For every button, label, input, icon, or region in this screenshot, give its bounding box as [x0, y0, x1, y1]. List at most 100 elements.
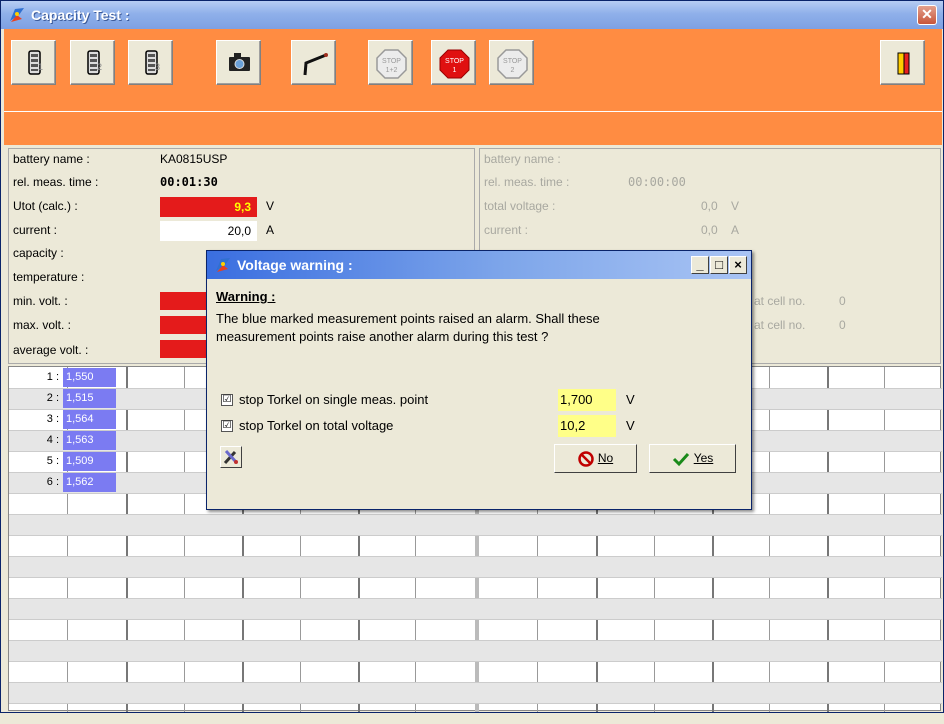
total-voltage-threshold-input[interactable]: 10,2 [558, 415, 616, 437]
current-value-2: 0,0 [701, 223, 718, 237]
total-voltage-unit: V [731, 199, 740, 213]
settings-button[interactable] [220, 446, 242, 468]
utot-unit: V [266, 199, 275, 213]
battery-icon [145, 50, 158, 75]
stop-1-text: STOP [445, 58, 464, 65]
stop-total-voltage-checkbox[interactable]: ☑ [221, 420, 233, 432]
app-icon [216, 258, 230, 272]
cell-voltage[interactable]: 1,509 [63, 452, 116, 471]
stop-1-2-button[interactable]: STOP 1+2 [368, 40, 413, 85]
stop-2-icon: STOP 2 [497, 49, 528, 79]
yes-button[interactable]: Yes [649, 444, 736, 473]
cell-number: 4 : [46, 434, 59, 446]
no-button[interactable]: No [554, 444, 637, 473]
dialog-close-button[interactable]: × [729, 256, 747, 274]
total-voltage-label: total voltage : [484, 199, 556, 213]
battery-name-value: KA0815USP [160, 152, 228, 166]
capacity-label: capacity : [13, 246, 64, 260]
grid-row [9, 640, 942, 661]
grid-row [9, 556, 942, 577]
battery-2-button[interactable]: 2 [70, 40, 115, 85]
dialog-title: Voltage warning : [237, 257, 353, 273]
app-icon [10, 8, 24, 22]
utot-label: Utot (calc.) : [13, 199, 78, 213]
rel-time-label-2: rel. meas. time : [484, 175, 570, 189]
max-volt-label: max. volt. : [13, 318, 72, 332]
stop-1-2-icon: STOP 1+2 [376, 49, 407, 79]
toolbar: 1 2 3 STOP 1+2 STOP 1 STOP 2 [4, 29, 942, 111]
cell-number: 5 : [46, 455, 59, 467]
stop-1-button[interactable]: STOP 1 [431, 40, 476, 85]
battery-name-label: battery name : [13, 152, 90, 166]
tools-icon [223, 449, 238, 465]
exit-button[interactable] [880, 40, 925, 85]
cell-voltage[interactable]: 1,564 [63, 410, 116, 429]
warning-heading: Warning : [216, 289, 276, 304]
battery-1-button[interactable]: 1 [11, 40, 56, 85]
rel-time-label: rel. meas. time : [13, 175, 99, 189]
utot-value: 9,3 [160, 197, 257, 217]
clamp-button[interactable] [291, 40, 336, 85]
stop-2-text: STOP [503, 58, 522, 65]
battery-name-label-2: battery name : [484, 152, 561, 166]
dialog-titlebar[interactable]: Voltage warning : _ □ × [207, 251, 751, 279]
avg-volt-bar [160, 340, 210, 358]
min-volt-label: min. volt. : [13, 294, 68, 308]
yes-button-label: Yes [693, 451, 714, 465]
battery-icon [87, 50, 100, 75]
status-strip [4, 111, 942, 145]
stop-single-point-label: stop Torkel on single meas. point [239, 392, 429, 407]
stop-2-sub: 2 [511, 67, 515, 74]
battery-2-sub: 2 [97, 62, 103, 72]
exit-door-icon [897, 52, 910, 75]
window-titlebar[interactable]: Capacity Test : ✕ [1, 1, 943, 29]
window-close-button[interactable]: ✕ [917, 5, 937, 25]
battery-3-sub: 3 [155, 62, 161, 72]
avg-volt-label: average volt. : [13, 343, 89, 357]
battery-3-button[interactable]: 3 [128, 40, 173, 85]
stop-1-icon: STOP 1 [439, 49, 470, 79]
no-button-label: No [597, 451, 614, 465]
current-label: current : [13, 223, 58, 237]
current-unit-2: A [731, 223, 740, 237]
voltage-warning-dialog: Voltage warning : _ □ × Warning : The bl… [206, 250, 752, 510]
grid-row [9, 577, 942, 598]
min-volt-bar [160, 292, 210, 310]
current-value: 20,0 [160, 221, 257, 241]
temperature-label: temperature : [13, 270, 85, 284]
grid-row [9, 598, 942, 619]
stop-2-button[interactable]: STOP 2 [489, 40, 534, 85]
maximize-button[interactable]: □ [710, 256, 728, 274]
cell-number: 1 : [46, 371, 59, 383]
warning-message-line-2: measurement points raise another alarm d… [216, 329, 549, 344]
cell-number: 3 : [46, 413, 59, 425]
min-at-cell-value: 0 [839, 294, 846, 308]
total-voltage-value: 0,0 [701, 199, 718, 213]
warning-message-line-1: The blue marked measurement points raise… [216, 311, 600, 326]
cell-voltage[interactable]: 1,550 [63, 368, 116, 387]
cell-voltage[interactable]: 1,515 [63, 389, 116, 408]
stop-1-sub: 1 [453, 67, 457, 74]
grid-row [9, 514, 942, 535]
grid-row [9, 535, 942, 556]
clamp-icon [303, 53, 328, 76]
cell-voltage[interactable]: 1,563 [63, 431, 116, 450]
stop-1-2-sub: 1+2 [386, 67, 398, 74]
current-unit: A [266, 223, 275, 237]
no-entry-icon [578, 451, 594, 467]
max-volt-bar [160, 316, 210, 334]
grid-row [9, 619, 942, 640]
grid-row [9, 703, 942, 724]
grid-row [9, 661, 942, 682]
cell-voltage[interactable]: 1,562 [63, 473, 116, 492]
camera-icon [229, 53, 250, 71]
max-at-cell-label: at cell no. [754, 318, 806, 332]
camera-button[interactable] [216, 40, 261, 85]
single-point-threshold-input[interactable]: 1,700 [558, 389, 616, 411]
single-point-unit: V [626, 392, 635, 407]
stop-single-point-checkbox[interactable]: ☑ [221, 394, 233, 406]
cell-number: 2 : [46, 392, 59, 404]
rel-time-value-2: 00:00:00 [628, 175, 686, 189]
minimize-button[interactable]: _ [691, 256, 709, 274]
rel-time-value: 00:01:30 [160, 175, 218, 189]
